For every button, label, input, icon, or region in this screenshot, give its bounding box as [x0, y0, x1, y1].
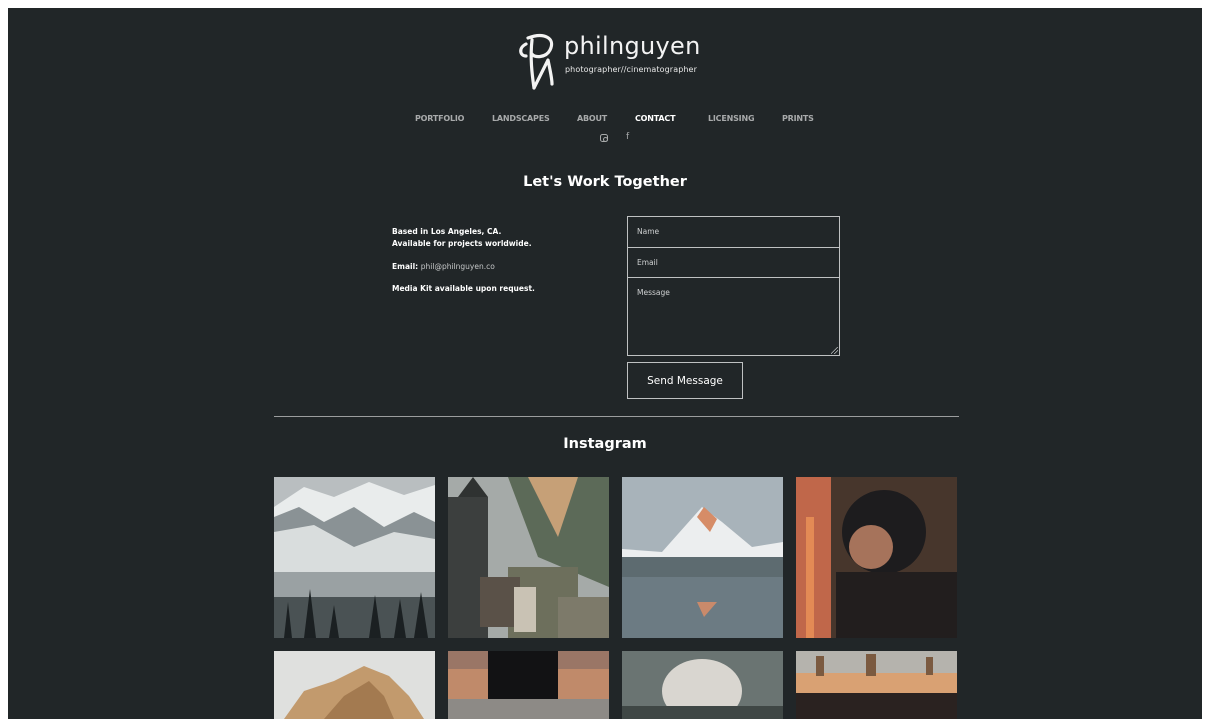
contact-heading: Let's Work Together — [523, 174, 687, 190]
name-placeholder: Name — [637, 227, 660, 236]
nav-item-licensing[interactable]: LICENSING — [708, 114, 755, 123]
message-placeholder: Message — [637, 288, 670, 297]
email-field[interactable]: Email — [627, 247, 840, 278]
brand-name: philnguyen — [564, 32, 701, 60]
nav-item-prints[interactable]: PRINTS — [782, 114, 814, 123]
media-kit-text: Media Kit available upon request. — [392, 284, 535, 293]
facebook-icon[interactable]: f — [626, 132, 629, 142]
section-divider — [274, 416, 959, 417]
email-link[interactable]: phil@philnguyen.co — [421, 262, 495, 271]
instagram-photo[interactable] — [796, 651, 957, 719]
nav-item-about[interactable]: ABOUT — [577, 114, 607, 123]
send-message-button[interactable]: Send Message — [627, 362, 743, 399]
instagram-photo[interactable] — [448, 477, 609, 638]
email-label: Email: — [392, 262, 419, 271]
email-line: Email: phil@philnguyen.co — [392, 262, 495, 271]
email-placeholder: Email — [637, 258, 658, 267]
name-field[interactable]: Name — [627, 216, 840, 248]
nav-item-landscapes[interactable]: LANDSCAPES — [492, 114, 550, 123]
site-logo[interactable]: philnguyen photographer//cinematographer — [514, 30, 734, 92]
main-nav: PORTFOLIO LANDSCAPES ABOUT CONTACT LICEN… — [8, 114, 1202, 128]
nav-item-contact[interactable]: CONTACT — [635, 114, 676, 123]
instagram-photo[interactable] — [274, 651, 435, 719]
logo-monogram-icon — [519, 34, 554, 90]
availability-text: Available for projects worldwide. — [392, 239, 532, 248]
instagram-heading: Instagram — [563, 436, 647, 452]
page: philnguyen photographer//cinematographer… — [8, 8, 1202, 719]
location-text: Based in Los Angeles, CA. — [392, 227, 502, 236]
instagram-photo[interactable] — [622, 651, 783, 719]
brand-tagline: photographer//cinematographer — [565, 65, 697, 74]
social-links: f — [8, 132, 1202, 146]
message-field[interactable]: Message — [627, 277, 840, 356]
resize-handle-icon[interactable] — [831, 347, 838, 354]
instagram-icon[interactable] — [600, 134, 608, 142]
instagram-photo[interactable] — [448, 651, 609, 719]
instagram-photo[interactable] — [622, 477, 783, 638]
instagram-photo[interactable] — [796, 477, 957, 638]
instagram-photo[interactable] — [274, 477, 435, 638]
nav-item-portfolio[interactable]: PORTFOLIO — [415, 114, 464, 123]
